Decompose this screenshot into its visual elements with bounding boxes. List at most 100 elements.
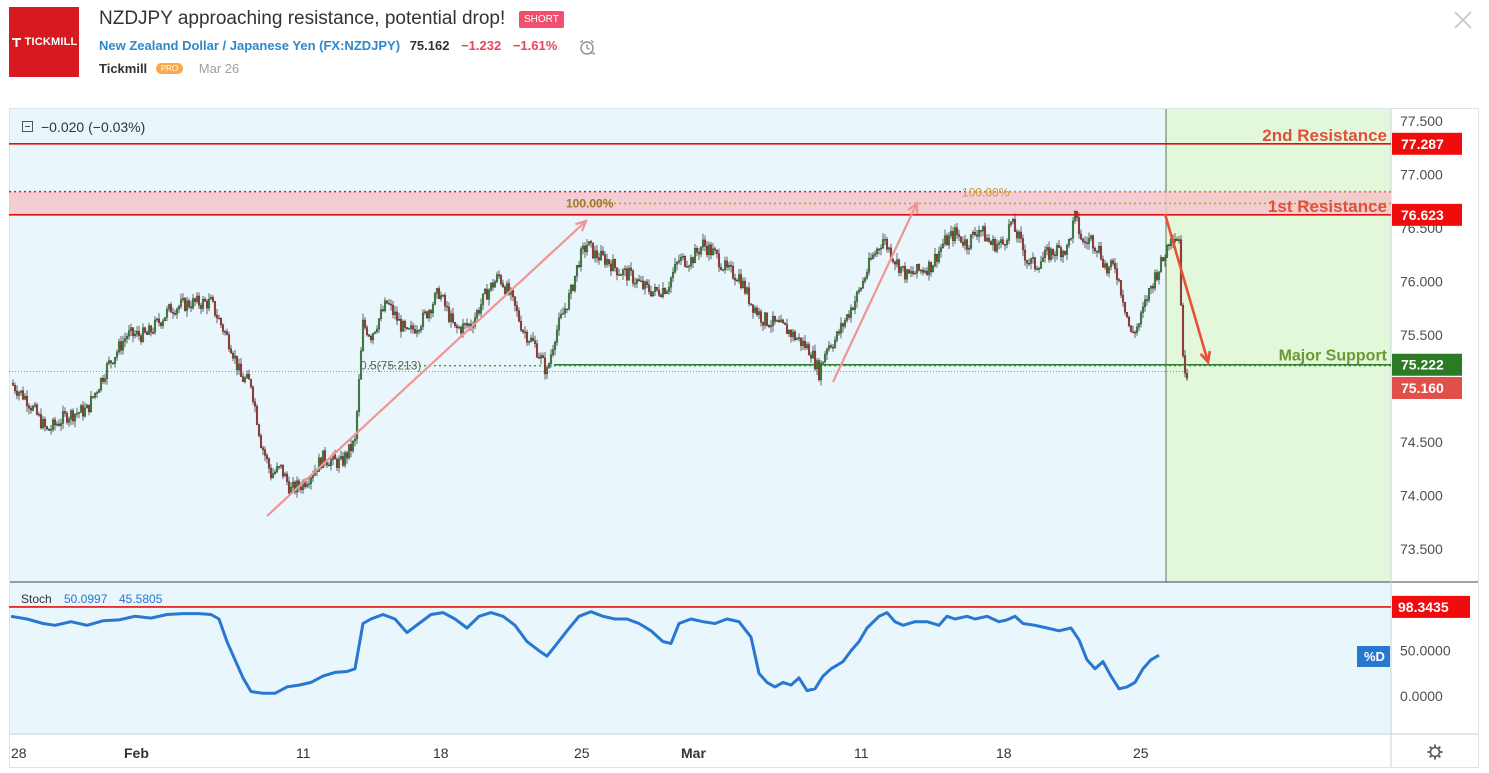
candle-body: [1079, 233, 1083, 240]
candle-body: [197, 295, 201, 306]
candle-body: [621, 269, 625, 275]
candle-body: [101, 377, 105, 382]
candle-body: [669, 277, 673, 288]
candle-body: [391, 304, 395, 315]
candle-body: [735, 280, 739, 282]
candle-body: [81, 405, 85, 417]
candle-body: [571, 285, 575, 291]
candle-body: [159, 322, 163, 326]
candle-body: [931, 265, 935, 273]
symbol-price: 75.162: [409, 38, 450, 53]
candle-body: [237, 363, 241, 371]
candle-body: [531, 337, 535, 342]
candle-body: [431, 304, 435, 314]
alarm-clock-icon[interactable]: [578, 38, 596, 56]
candle-body: [1157, 271, 1161, 280]
candle-body: [607, 259, 611, 265]
candle-body: [367, 334, 371, 337]
major-support-label: Major Support: [1279, 348, 1388, 365]
price-tick-label: 75.500: [1400, 327, 1443, 343]
candle-body: [437, 288, 441, 299]
candle-body: [699, 246, 703, 255]
candle-body: [1181, 304, 1185, 356]
close-icon[interactable]: [1452, 9, 1474, 31]
chart-svg[interactable]: 2nd Resistance 1st Resistance Major Suppor…: [9, 108, 1479, 768]
candle-body: [979, 230, 983, 232]
candle-body: [723, 260, 727, 270]
candle-body: [799, 337, 803, 346]
candle-body: [695, 248, 699, 253]
candle-body: [709, 244, 713, 256]
candle-body: [547, 363, 551, 368]
candle-body: [775, 320, 779, 322]
candle-body: [523, 331, 527, 334]
candle-body: [75, 413, 79, 415]
major-support-price-tag: 75.222: [1401, 357, 1444, 373]
candle-body: [923, 270, 927, 273]
candle-body: [265, 455, 269, 459]
price-tick-label: 74.000: [1400, 488, 1443, 504]
candle-body: [1007, 224, 1011, 241]
candle-body: [673, 263, 677, 273]
candle-body: [1103, 263, 1107, 268]
candle-body: [1089, 235, 1093, 239]
candle-body: [771, 315, 775, 326]
candle-body: [963, 239, 967, 246]
candle-body: [1055, 245, 1059, 256]
candle-body: [549, 354, 553, 364]
candle-body: [1173, 239, 1177, 242]
candle-body: [1155, 272, 1159, 280]
candle-body: [335, 458, 339, 468]
symbol-name-link[interactable]: New Zealand Dollar / Japanese Yen: [99, 38, 316, 53]
candle-body: [649, 291, 653, 297]
candle-body: [825, 348, 829, 355]
candle-body: [921, 269, 925, 273]
candle-body: [665, 291, 669, 294]
candle-body: [837, 331, 841, 334]
candle-body: [151, 332, 155, 334]
chart-container[interactable]: 2nd Resistance 1st Resistance Major Suppor…: [9, 108, 1479, 768]
candle-body: [655, 287, 659, 291]
candle-body: [965, 239, 969, 250]
candle-body: [259, 435, 263, 448]
candle-body: [77, 412, 81, 414]
candle-body: [879, 247, 883, 250]
tickmill-logo-icon: [11, 37, 22, 48]
candle-body: [1107, 266, 1111, 274]
candle-body: [991, 239, 995, 245]
candle-body: [141, 327, 145, 342]
candle-body: [635, 279, 639, 284]
candle-body: [83, 407, 87, 417]
candle-body: [1023, 249, 1027, 261]
candle-body: [661, 288, 665, 297]
candle-body: [685, 266, 689, 268]
candle-body: [577, 265, 581, 268]
candle-body: [947, 235, 951, 246]
candle-body: [705, 245, 709, 256]
candle-body: [1051, 248, 1055, 255]
candle-body: [241, 376, 245, 382]
candle-body: [173, 313, 177, 315]
candle-body: [213, 301, 217, 316]
candle-body: [355, 411, 359, 440]
candle-body: [203, 299, 207, 302]
candle-body: [67, 418, 71, 423]
candle-body: [429, 310, 433, 314]
candle-body: [1121, 294, 1125, 303]
tickmill-logo[interactable]: TICKMILL: [9, 7, 79, 77]
candle-body: [657, 289, 661, 296]
fib-100-label-2: 100.00%: [962, 186, 1010, 200]
candle-body: [893, 261, 897, 265]
symbol-code-link[interactable]: FX:NZDJPY: [323, 38, 395, 53]
candle-body: [853, 301, 857, 310]
first-resistance-price-tag: 76.623: [1401, 207, 1444, 223]
time-tick-label: 18: [433, 745, 449, 761]
second-resistance-price-tag: 77.287: [1401, 136, 1444, 152]
candle-body: [975, 234, 979, 237]
candle-body: [1147, 288, 1151, 301]
author-name[interactable]: Tickmill: [99, 61, 147, 76]
candle-body: [729, 265, 733, 267]
candle-body: [749, 303, 753, 305]
candle-body: [445, 305, 449, 308]
candle-body: [911, 271, 915, 274]
